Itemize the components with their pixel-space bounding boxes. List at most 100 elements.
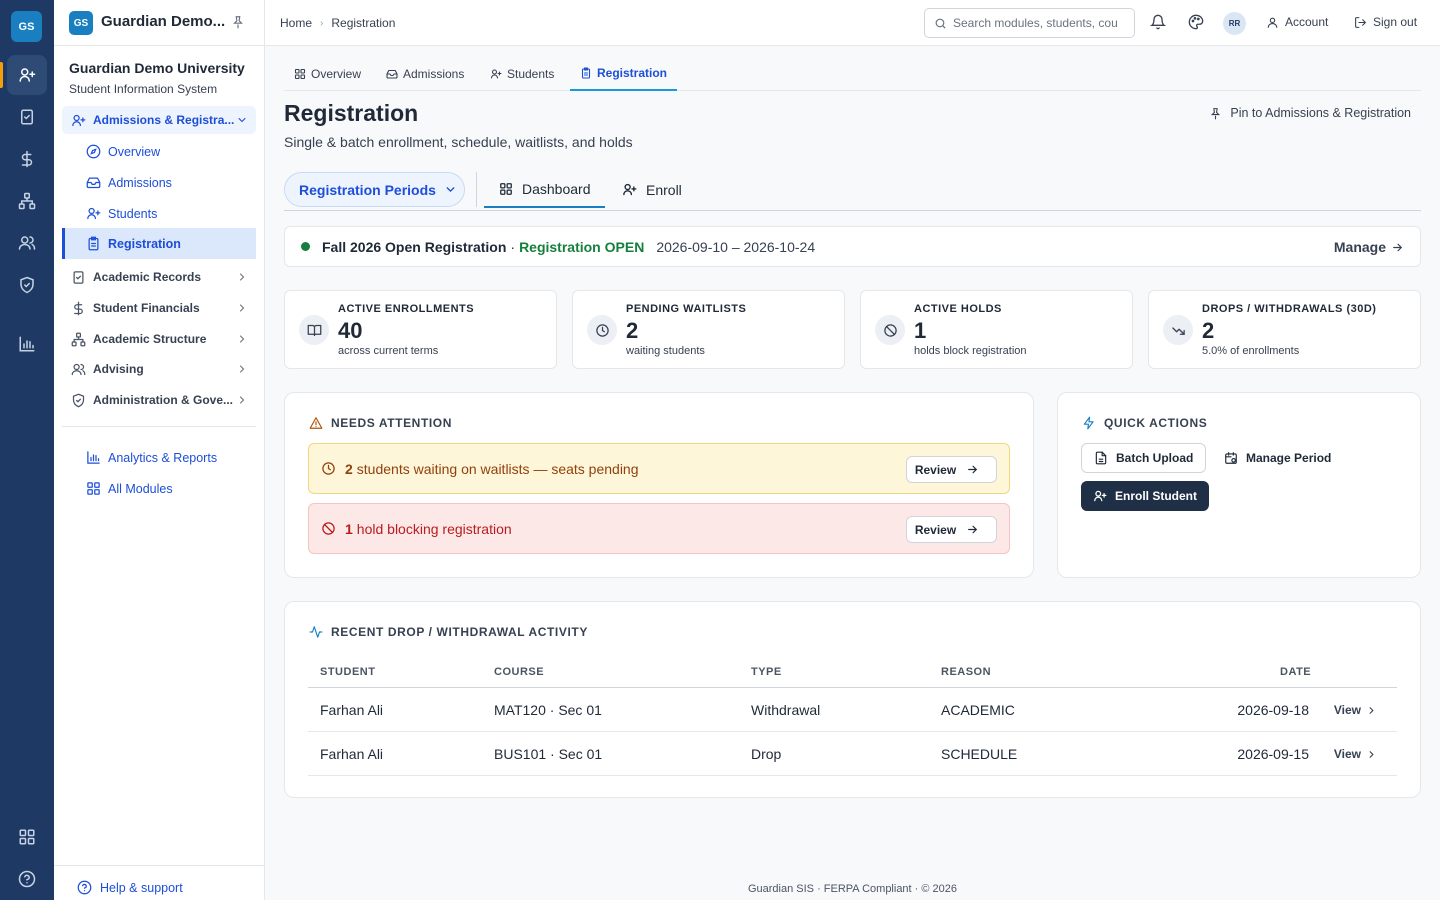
bell-icon[interactable]: [1150, 14, 1166, 30]
sign-out-link[interactable]: Sign out: [1354, 15, 1417, 29]
stat-card-active-enrollments: ACTIVE ENROLLMENTS 40 across current ter…: [284, 290, 557, 369]
sidebar-group-label: Administration & Gove...: [93, 393, 234, 407]
user-plus-icon: [18, 66, 36, 84]
cell-reason: ACADEMIC: [941, 702, 1015, 718]
registration-subnav: Registration Periods Dashboard Enroll: [284, 171, 1421, 211]
registration-periods-button[interactable]: Registration Periods: [284, 172, 465, 207]
sidebar-group-advising[interactable]: Advising: [62, 355, 256, 383]
manage-period-link[interactable]: Manage: [1334, 239, 1404, 255]
sidebar-group-academic-structure[interactable]: Academic Structure: [62, 325, 256, 353]
pin-to-group-button[interactable]: Pin to Admissions & Registration: [1209, 106, 1411, 120]
stat-value: 2: [1202, 318, 1215, 343]
pin-icon: [1209, 107, 1222, 120]
sidebar-item-students[interactable]: Students: [77, 198, 256, 229]
sidebar-group-student-financials[interactable]: Student Financials: [62, 294, 256, 322]
app-rail: GS: [0, 0, 54, 900]
review-waitlists-button[interactable]: Review: [906, 456, 997, 483]
manage-label: Manage: [1333, 239, 1386, 255]
subtab-enroll[interactable]: Enroll: [622, 171, 682, 208]
search-box[interactable]: [924, 8, 1135, 38]
clipboard-check-icon: [18, 108, 36, 126]
palette-icon[interactable]: [1188, 14, 1204, 30]
sidebar-link-all-modules[interactable]: All Modules: [77, 473, 256, 504]
rail-analytics[interactable]: [7, 324, 47, 364]
rail-administration[interactable]: [7, 265, 47, 305]
sidebar: GS Guardian Demo... Guardian Demo Univer…: [54, 0, 265, 900]
hierarchy-icon: [18, 192, 36, 210]
grid-icon: [294, 68, 306, 80]
subtab-dashboard[interactable]: Dashboard: [484, 171, 605, 208]
status-dot: [301, 242, 310, 251]
search-input[interactable]: [953, 16, 1128, 30]
view-row-button[interactable]: View: [1334, 703, 1377, 717]
sidebar-group-label: Academic Structure: [93, 332, 207, 346]
sidebar-link-analytics[interactable]: Analytics & Reports: [77, 442, 256, 473]
clipboard-icon: [580, 67, 592, 79]
panel-title-label: NEEDS ATTENTION: [331, 416, 453, 430]
rail-all-modules[interactable]: [7, 817, 47, 857]
cell-student: Farhan Ali: [320, 702, 384, 718]
pin-icon[interactable]: [231, 15, 245, 29]
rail-help[interactable]: [7, 859, 47, 899]
stat-note: across current terms: [338, 345, 439, 357]
breadcrumb-home[interactable]: Home: [280, 16, 312, 30]
table-row: Farhan Ali BUS101 · Sec 01 Drop SCHEDULE…: [308, 732, 1397, 776]
stat-value: 2: [626, 318, 639, 343]
sidebar-group-administration[interactable]: Administration & Gove...: [62, 386, 256, 414]
rail-student-financials[interactable]: [7, 139, 47, 179]
rail-logo[interactable]: GS: [11, 11, 42, 42]
rail-academic-structure[interactable]: [7, 181, 47, 221]
period-separator: ·: [510, 238, 516, 255]
active-period-bar: Fall 2026 Open Registration · Registrati…: [284, 226, 1421, 267]
sidebar-group-academic-records[interactable]: Academic Records: [62, 263, 256, 291]
sidebar-group-label: Academic Records: [93, 270, 202, 284]
chevron-down-icon: [236, 114, 248, 126]
needs-attention-panel: NEEDS ATTENTION 2 students waiting on wa…: [284, 392, 1034, 578]
help-label: Help & support: [100, 880, 183, 895]
bar-chart-icon: [18, 335, 36, 353]
rail-admissions-registration[interactable]: [7, 55, 47, 95]
app-name[interactable]: Guardian Demo...: [101, 13, 225, 30]
account-link[interactable]: Account: [1266, 15, 1328, 29]
clipboard-check-icon: [70, 270, 86, 285]
enroll-student-button[interactable]: Enroll Student: [1081, 481, 1209, 511]
manage-period-button[interactable]: Manage Period: [1220, 443, 1335, 473]
sidebar-item-overview[interactable]: Overview: [77, 136, 256, 167]
review-holds-button[interactable]: Review: [906, 516, 997, 543]
stat-card-pending-waitlists: PENDING WAITLISTS 2 waiting students: [572, 290, 845, 369]
period-dates: 2026-09-10 – 2026-10-24: [656, 238, 816, 255]
chevron-down-icon: [444, 183, 457, 196]
batch-upload-label: Batch Upload: [1116, 451, 1194, 465]
view-row-button[interactable]: View: [1334, 747, 1377, 761]
chevron-right-icon: [236, 333, 248, 345]
column-header: REASON: [941, 666, 992, 678]
tab-overview[interactable]: Overview: [294, 57, 361, 91]
avatar[interactable]: RR: [1223, 12, 1246, 35]
user-plus-icon: [622, 182, 637, 197]
tab-registration[interactable]: Registration: [570, 57, 678, 91]
arrow-right-icon: [966, 463, 979, 476]
review-label: Review: [914, 462, 957, 477]
quick-actions-title: QUICK ACTIONS: [1082, 416, 1207, 430]
stat-value: 40: [338, 318, 363, 343]
user-icon: [1266, 16, 1279, 29]
sidebar-group-admissions-registration[interactable]: Admissions & Registra...: [62, 106, 256, 134]
recent-activity-panel: RECENT DROP / WITHDRAWAL ACTIVITY STUDEN…: [284, 601, 1421, 798]
rail-advising[interactable]: [7, 223, 47, 263]
sidebar-item-admissions[interactable]: Admissions: [77, 167, 256, 198]
tab-admissions[interactable]: Admissions: [386, 57, 464, 91]
rail-academic-records[interactable]: [7, 97, 47, 137]
stat-card-active-holds: ACTIVE HOLDS 1 holds block registration: [860, 290, 1133, 369]
search-icon: [934, 17, 947, 30]
grid-icon: [18, 828, 36, 846]
subnav-divider: [476, 172, 477, 207]
help-support-link[interactable]: Help & support: [77, 880, 183, 895]
bar-chart-icon: [85, 450, 101, 465]
sidebar-item-registration[interactable]: Registration: [62, 228, 256, 259]
batch-upload-button[interactable]: Batch Upload: [1081, 443, 1207, 473]
lightning-icon: [1082, 416, 1096, 430]
sidebar-header: GS Guardian Demo...: [54, 0, 264, 46]
tab-students[interactable]: Students: [490, 57, 554, 91]
compass-icon: [85, 144, 101, 159]
org-name: Guardian Demo University: [69, 60, 245, 76]
